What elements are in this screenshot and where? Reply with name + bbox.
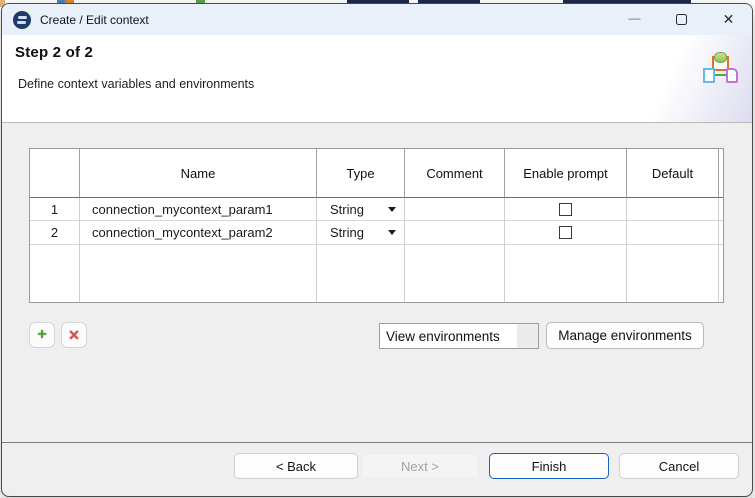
comment-cell[interactable] (405, 221, 505, 245)
enable-prompt-checkbox[interactable] (559, 226, 572, 239)
button-end-strip-decor (517, 324, 538, 348)
chevron-down-icon[interactable] (388, 207, 396, 212)
manage-environments-label: Manage environments (558, 328, 692, 343)
column-header-default: Default (627, 149, 719, 198)
name-cell[interactable]: connection_mycontext_param1 (80, 198, 317, 221)
empty-table-area (317, 245, 405, 302)
window-title: Create / Edit context (40, 13, 149, 27)
step-description: Define context variables and environment… (18, 77, 254, 91)
cancel-button[interactable]: Cancel (619, 453, 739, 479)
enable-prompt-cell (505, 198, 627, 221)
type-cell[interactable]: String (317, 198, 405, 221)
blue-node-icon (703, 68, 715, 83)
empty-table-area (405, 245, 505, 302)
finish-button[interactable]: Finish (489, 453, 609, 479)
close-button[interactable]: ✕ (705, 4, 752, 35)
default-cell[interactable] (627, 198, 719, 221)
row-number: 2 (30, 221, 80, 245)
minimize-button[interactable]: — (611, 4, 658, 35)
next-button[interactable]: Next > (361, 453, 479, 479)
empty-table-area (30, 245, 80, 302)
default-cell[interactable] (627, 221, 719, 245)
minimize-icon: — (629, 11, 641, 25)
plus-icon: + (37, 326, 46, 344)
context-variables-table: Name Type Comment Enable prompt Default … (29, 148, 724, 303)
column-header-filler (719, 149, 723, 198)
enable-prompt-checkbox[interactable] (559, 203, 572, 216)
empty-table-area (505, 245, 627, 302)
create-edit-context-dialog: Create / Edit context — ✕ Step 2 of 2 De… (1, 3, 753, 497)
close-icon: ✕ (723, 11, 735, 28)
manage-environments-button[interactable]: Manage environments (546, 322, 704, 349)
enable-prompt-cell (505, 221, 627, 245)
column-header-rownum (30, 149, 80, 198)
talend-app-icon (13, 11, 31, 29)
view-environments-label: View environments (386, 329, 500, 344)
empty-table-area (627, 245, 719, 302)
view-environments-button[interactable]: View environments (379, 323, 539, 349)
titlebar: Create / Edit context — ✕ (2, 4, 752, 35)
empty-table-area (719, 245, 723, 302)
window-controls: — ✕ (611, 4, 752, 35)
remove-variable-button[interactable]: ✕ (61, 322, 87, 348)
filler-cell (719, 221, 723, 245)
chevron-down-icon[interactable] (388, 230, 396, 235)
context-group-icon (702, 53, 740, 91)
purple-node-icon (726, 68, 738, 83)
back-button[interactable]: < Back (234, 453, 358, 479)
filler-cell (719, 198, 723, 221)
column-header-name: Name (80, 149, 317, 198)
delete-x-icon: ✕ (68, 327, 80, 344)
empty-table-area (80, 245, 317, 302)
add-variable-button[interactable]: + (29, 322, 55, 348)
type-value: String (330, 202, 364, 217)
step-title: Step 2 of 2 (15, 44, 93, 61)
comment-cell[interactable] (405, 198, 505, 221)
row-number: 1 (30, 198, 80, 221)
column-header-enable-prompt: Enable prompt (505, 149, 627, 198)
maximize-button[interactable] (658, 4, 705, 35)
column-header-type: Type (317, 149, 405, 198)
maximize-icon (676, 14, 687, 25)
type-cell[interactable]: String (317, 221, 405, 245)
footer-separator (2, 442, 752, 443)
name-cell[interactable]: connection_mycontext_param2 (80, 221, 317, 245)
green-node-icon (714, 52, 727, 63)
wizard-header: Step 2 of 2 Define context variables and… (2, 35, 752, 123)
column-header-comment: Comment (405, 149, 505, 198)
type-value: String (330, 225, 364, 240)
